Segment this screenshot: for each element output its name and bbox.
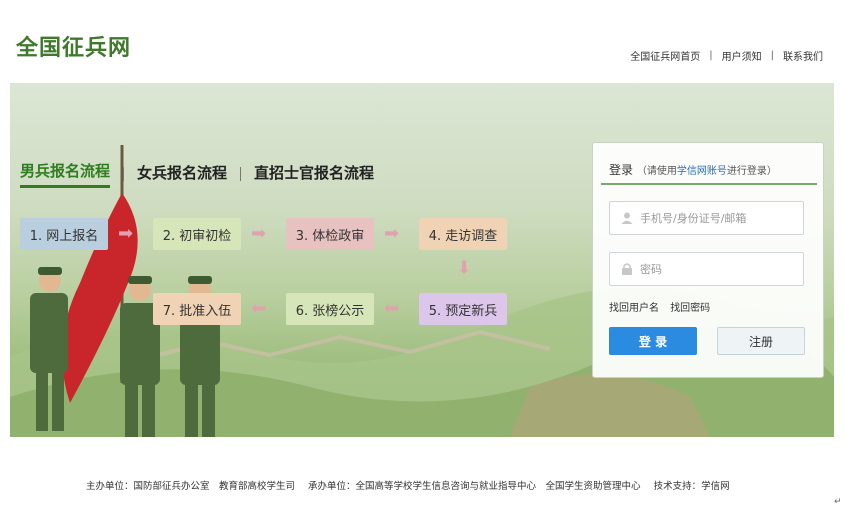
user-icon [621,212,633,224]
step-online-registration: 1. 网上报名 [20,218,108,250]
recovery-links: 找回用户名 找回密码 [609,299,718,314]
step-reserve-recruit: 5. 预定新兵 [419,293,507,325]
footer-tech-support: 技术支持：学信网 [653,481,730,492]
nav-contact-link[interactable]: 联系我们 [783,48,823,63]
login-divider [601,183,817,185]
nav-separator: | [770,50,774,61]
step-visit-investigation: 4. 走访调查 [419,218,507,250]
arrow-down-icon: ➡ [453,259,475,275]
login-panel: 登录 （请使用学信网账号进行登录） 找回用户名 找回密码 登 录 注册 [592,142,824,378]
arrow-left-icon: ➡ [384,298,400,319]
site-logo[interactable]: 全国征兵网 [16,30,131,62]
password-field[interactable] [609,252,804,286]
lock-icon [622,263,632,275]
register-button[interactable]: 注册 [717,327,805,355]
password-input[interactable] [640,262,800,276]
tab-separator [123,167,125,181]
top-nav: 全国征兵网首页 | 用户须知 | 联系我们 [630,48,823,63]
forgot-password-link[interactable]: 找回密码 [670,303,710,314]
username-field[interactable] [609,201,804,235]
tab-female-process[interactable]: 女兵报名流程 [137,162,227,187]
footer-organizer: 承办单位：全国高等学校学生信息咨询与就业指导中心 全国学生资助管理中心 [308,481,641,492]
arrow-right-icon: ➡ [118,223,134,244]
step-medical-political-check: 3. 体检政审 [286,218,374,250]
nav-home-link[interactable]: 全国征兵网首页 [630,48,700,63]
process-tabs: 男兵报名流程 女兵报名流程 直招士官报名流程 [20,160,374,188]
footer-host: 主办单位：国防部征兵办公室 教育部高校学生司 [86,481,296,492]
arrow-left-icon: ➡ [251,298,267,319]
return-mark-icon: ↵ [834,497,842,507]
site-footer: 主办单位：国防部征兵办公室 教育部高校学生司 承办单位：全国高等学校学生信息咨询… [86,478,740,492]
nav-user-notice-link[interactable]: 用户须知 [722,48,762,63]
login-button[interactable]: 登 录 [609,327,697,355]
step-preliminary-review: 2. 初审初检 [153,218,241,250]
nav-separator: | [709,50,713,61]
tab-nco-process[interactable]: 直招士官报名流程 [254,162,374,187]
step-public-notice: 6. 张榜公示 [286,293,374,325]
tab-separator [240,167,242,181]
login-title: 登录 [609,163,634,177]
arrow-right-icon: ➡ [251,223,267,244]
chsi-account-link[interactable]: 学信网账号 [677,166,727,177]
login-subtitle: （请使用学信网账号进行登录） [636,166,777,177]
username-input[interactable] [640,211,800,225]
login-header: 登录 （请使用学信网账号进行登录） [609,161,777,178]
step-approve-enlistment: 7. 批准入伍 [153,293,241,325]
honor-guard-soldiers-image [30,145,220,437]
arrow-right-icon: ➡ [384,223,400,244]
forgot-username-link[interactable]: 找回用户名 [609,303,659,314]
tab-male-process[interactable]: 男兵报名流程 [20,160,111,188]
